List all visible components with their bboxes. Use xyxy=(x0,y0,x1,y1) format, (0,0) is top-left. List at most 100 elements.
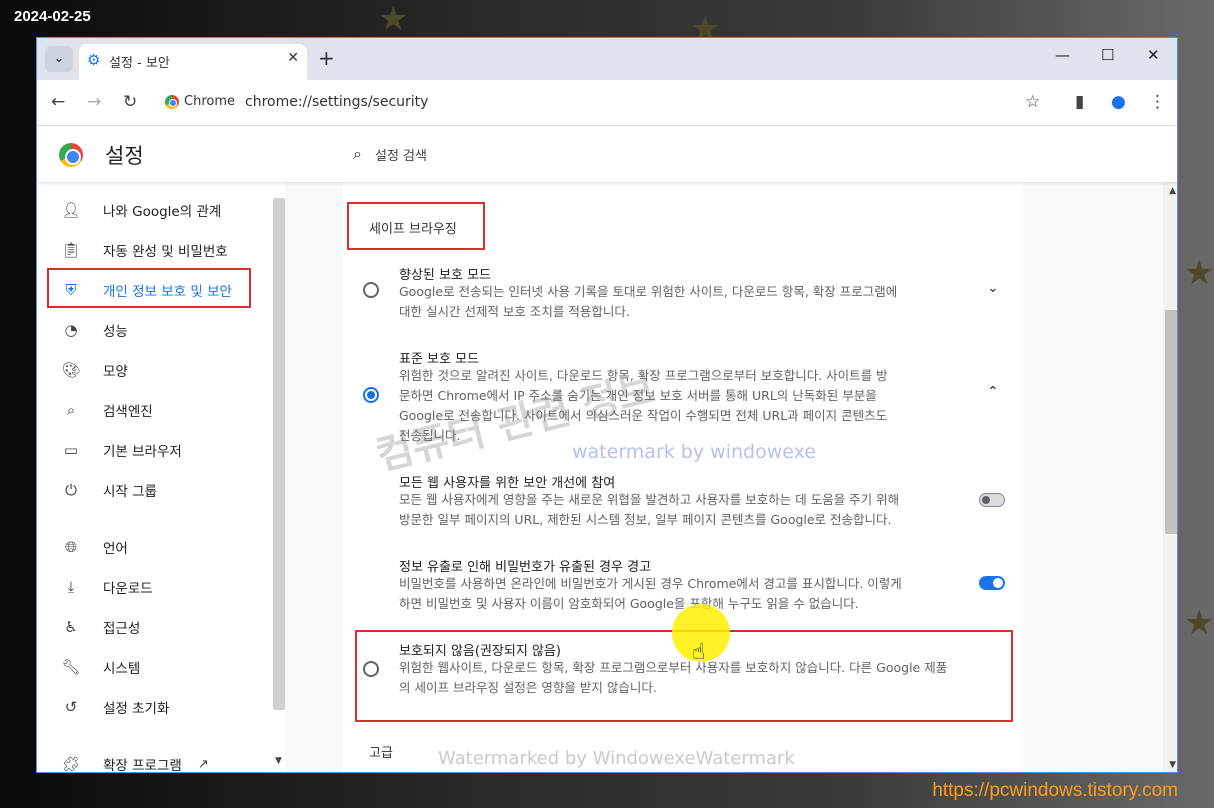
puzzle-icon: 🧩︎ xyxy=(61,755,81,773)
sidebar-item-you-and-google[interactable]: 👤︎ 나와 Google의 관계 xyxy=(47,192,275,228)
sidebar-item-performance[interactable]: ◔ 성능 xyxy=(47,312,275,348)
globe-icon: 🌐︎ xyxy=(64,538,77,556)
sidebar: 👤︎ 나와 Google의 관계 📋︎ 자동 완성 및 비밀번호 ⛨ 개인 정보… xyxy=(37,182,285,773)
sidebar-scrollbar[interactable] xyxy=(273,198,285,710)
scroll-down-arrow-icon[interactable]: ▼ xyxy=(275,756,282,766)
chevron-up-icon[interactable]: ⌃ xyxy=(987,384,999,400)
sidebar-item-label: 다운로드 xyxy=(103,581,153,597)
sidebar-item-label: 자동 완성 및 비밀번호 xyxy=(103,244,228,260)
search-icon: ⌕ xyxy=(66,401,76,419)
sidebar-item-label: 모양 xyxy=(103,364,128,380)
sidebar-item-languages[interactable]: 🌐︎ 언어 xyxy=(47,529,275,565)
sidebar-item-label: 확장 프로그램 xyxy=(103,758,182,773)
no-protection-desc: 위험한 웹사이트, 다운로드 항목, 확장 프로그램으로부터 사용자를 보호하지… xyxy=(399,660,948,675)
person-icon: 👤︎ xyxy=(61,201,81,219)
maximize-icon[interactable]: ☐ xyxy=(1101,46,1114,64)
highlight-box xyxy=(47,268,251,308)
scroll-down-arrow-icon[interactable]: ▼ xyxy=(1169,760,1176,770)
sidebar-item-downloads[interactable]: ⤓ 다운로드 xyxy=(47,569,275,605)
sidebar-item-label: 성능 xyxy=(103,324,128,340)
sidebar-item-system[interactable]: 🔧︎ 시스템 xyxy=(47,649,275,685)
no-protection-radio[interactable] xyxy=(363,661,379,677)
no-protection-title: 보호되지 않음(권장되지 않음) xyxy=(399,644,561,659)
sidebar-item-default-browser[interactable]: ▭ 기본 브라우저 xyxy=(47,432,275,468)
page-title: 설정 xyxy=(105,144,144,168)
sidebar-item-on-startup[interactable]: ⏻ 시작 그룹 xyxy=(47,472,275,508)
password-leak-desc: 하면 비밀번호 및 사용자 이름이 암호화되어 Google을 포함해 누구도 … xyxy=(399,596,859,611)
chevron-down-icon[interactable]: ⌄ xyxy=(987,280,999,296)
scroll-up-arrow-icon[interactable]: ▲ xyxy=(1169,186,1176,196)
scrollbar-thumb[interactable] xyxy=(1165,310,1177,534)
speedometer-icon: ◔ xyxy=(64,321,78,339)
search-icon: ⌕ xyxy=(353,144,362,163)
sidebar-item-label: 나와 Google의 관계 xyxy=(103,204,222,220)
sidebar-item-label: 접근성 xyxy=(103,621,141,637)
chrome-logo-icon xyxy=(59,143,83,167)
omnibox-chip-label: Chrome xyxy=(184,94,235,109)
sidebar-item-appearance[interactable]: 🎨︎ 모양 xyxy=(47,352,275,388)
password-leak-title: 정보 유출로 인해 비밀번호가 유출된 경우 경고 xyxy=(399,560,652,575)
tab-search-button[interactable]: ⌄ xyxy=(45,46,73,72)
tab-settings-security[interactable]: ⚙ 설정 - 보안 ✕ xyxy=(79,44,307,80)
sidebar-item-label: 기본 브라우저 xyxy=(103,444,182,460)
settings-search-input[interactable]: 설정 검색 xyxy=(375,145,427,164)
sidebar-item-reset-settings[interactable]: ↺ 설정 초기화 xyxy=(47,689,275,725)
omnibox-chrome-chip[interactable]: Chrome xyxy=(165,94,235,109)
browser-icon: ▭ xyxy=(63,441,79,459)
sidebar-item-accessibility[interactable]: ♿︎ 접근성 xyxy=(47,609,275,645)
minimize-icon[interactable]: — xyxy=(1055,46,1070,64)
power-icon: ⏻ xyxy=(65,481,77,499)
improve-security-toggle[interactable] xyxy=(979,493,1005,507)
external-link-icon: ↗ xyxy=(197,756,209,772)
sidebar-item-label: 검색엔진 xyxy=(103,404,153,420)
footer-url: https://pcwindows.tistory.com xyxy=(932,780,1178,801)
watermark-bottom: Watermarked by WindowexeWatermark xyxy=(438,748,795,769)
improve-security-desc: 방문한 일부 페이지의 URL, 제한된 시스템 정보, 일부 페이지 콘텐츠를… xyxy=(399,512,892,527)
chrome-logo-icon xyxy=(165,94,179,109)
sidebar-item-extensions[interactable]: 🧩︎ 확장 프로그램 ↗ xyxy=(47,746,275,773)
history-icon: ↺ xyxy=(64,698,78,716)
advanced-section-label[interactable]: 고급 xyxy=(369,742,393,761)
menu-kebab-icon[interactable]: ⋮ xyxy=(1149,92,1166,112)
no-protection-desc: 의 세이프 브라우징 설정은 영향을 받지 않습니다. xyxy=(399,680,657,695)
sidebar-item-label: 시작 그룹 xyxy=(103,484,157,500)
sidebar-item-autofill[interactable]: 📋︎ 자동 완성 및 비밀번호 xyxy=(47,232,275,268)
settings-header: 설정 ⌕ 설정 검색 xyxy=(37,126,1177,182)
password-leak-toggle[interactable] xyxy=(979,576,1005,590)
enhanced-protection-desc: Google로 전송되는 인터넷 사용 기록을 토대로 위험한 사이트, 다운로… xyxy=(399,284,898,299)
sidebar-item-label: 언어 xyxy=(103,541,128,557)
close-window-icon[interactable]: ✕ xyxy=(1147,46,1160,64)
enhanced-protection-radio[interactable] xyxy=(363,282,379,298)
improve-security-desc: 모든 웹 사용자에게 영향을 주는 새로운 위협을 발견하고 사용자를 보호하는… xyxy=(399,492,900,507)
enhanced-protection-title: 향상된 보호 모드 xyxy=(399,268,491,283)
tab-title: 설정 - 보안 xyxy=(109,56,170,71)
side-panel-icon[interactable]: ▮ xyxy=(1075,92,1084,112)
background-star-icon: ★ xyxy=(1184,253,1214,293)
sidebar-item-search-engine[interactable]: ⌕ 검색엔진 xyxy=(47,392,275,428)
clipboard-icon: 📋︎ xyxy=(61,241,81,259)
background-star-icon: ★ xyxy=(378,0,409,39)
sidebar-item-label: 시스템 xyxy=(103,661,141,677)
close-tab-icon[interactable]: ✕ xyxy=(287,50,299,66)
settings-body: 👤︎ 나와 Google의 관계 📋︎ 자동 완성 및 비밀번호 ⛨ 개인 정보… xyxy=(37,182,1177,773)
tab-strip: ⌄ ⚙ 설정 - 보안 ✕ + — ☐ ✕ xyxy=(37,38,1177,80)
background-star-icon: ★ xyxy=(1184,603,1214,643)
sidebar-item-label: 설정 초기화 xyxy=(103,701,170,717)
watermark-text: watermark by windowexe xyxy=(572,441,816,463)
profile-avatar-icon[interactable]: ● xyxy=(1111,92,1126,112)
page-scrollbar[interactable]: ▲ ▼ xyxy=(1163,182,1177,772)
standard-protection-radio[interactable] xyxy=(363,387,379,403)
back-arrow-icon[interactable]: ← xyxy=(51,92,65,112)
address-bar-url[interactable]: chrome://settings/security xyxy=(245,94,428,110)
date-label: 2024-02-25 xyxy=(14,8,91,25)
forward-arrow-icon[interactable]: → xyxy=(87,92,101,112)
enhanced-protection-desc: 대한 실시간 선제적 보호 조치를 적용합니다. xyxy=(399,304,630,319)
palette-icon: 🎨︎ xyxy=(61,361,81,379)
bookmark-star-icon[interactable]: ☆ xyxy=(1025,92,1040,112)
improve-security-title: 모든 웹 사용자를 위한 보안 개선에 참여 xyxy=(399,476,616,491)
safe-browsing-card: 세이프 브라우징 향상된 보호 모드 Google로 전송되는 인터넷 사용 기… xyxy=(343,182,1023,772)
reload-icon[interactable]: ↻ xyxy=(123,92,137,112)
wrench-icon: 🔧︎ xyxy=(61,658,81,676)
new-tab-button[interactable]: + xyxy=(318,46,335,70)
browser-toolbar: ← → ↻ Chrome chrome://settings/security … xyxy=(37,80,1177,126)
